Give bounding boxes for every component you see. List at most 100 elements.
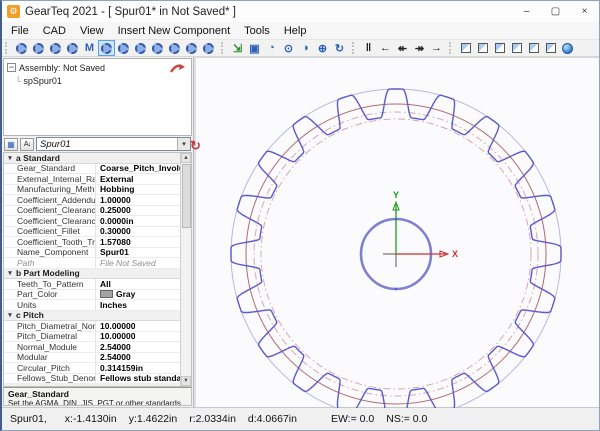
- scroll-down-icon[interactable]: [181, 376, 191, 386]
- view-cube-2-icon[interactable]: [474, 40, 491, 56]
- ring-gear-icon[interactable]: [132, 40, 149, 56]
- minimize-button[interactable]: –: [512, 1, 541, 22]
- sort-az-button[interactable]: [20, 138, 34, 151]
- grid-section-row[interactable]: b Part Modeling: [4, 269, 180, 280]
- rotate-view-icon[interactable]: ↻: [331, 40, 348, 56]
- assembly-tree[interactable]: Assembly: Not Saved spSpur01: [3, 58, 192, 136]
- rack-icon[interactable]: M: [81, 40, 98, 56]
- prop-value[interactable]: 0.0000in: [96, 216, 180, 226]
- fast-forward-icon[interactable]: ↠: [411, 40, 428, 56]
- grid-prop-row[interactable]: Coefficient_Clearanc0.0000in: [4, 216, 180, 227]
- close-button[interactable]: ×: [570, 1, 599, 22]
- grid-prop-row[interactable]: Coefficient_Tooth_Tr1.57080: [4, 237, 180, 248]
- menu-item-file[interactable]: File: [4, 24, 36, 38]
- pause-icon[interactable]: ‖: [360, 40, 377, 56]
- grid-section-row[interactable]: c Pitch: [4, 311, 180, 322]
- grid-prop-row[interactable]: Name_ComponentSpur01: [4, 248, 180, 259]
- worm-shaft-icon[interactable]: [149, 40, 166, 56]
- section-collapse-icon[interactable]: [4, 311, 16, 319]
- menu-item-cad[interactable]: CAD: [36, 24, 73, 38]
- grid-prop-row[interactable]: Teeth_To_PatternAll: [4, 279, 180, 290]
- rotate-animation-icon[interactable]: ◔: [263, 40, 280, 56]
- view-cube-6-icon[interactable]: [542, 40, 559, 56]
- shaded-view-icon[interactable]: [559, 40, 576, 56]
- prop-value[interactable]: 0.25000: [96, 206, 180, 216]
- prop-value[interactable]: 2.54000: [96, 342, 180, 352]
- tree-collapse-icon[interactable]: [7, 63, 16, 72]
- tree-item-spur01[interactable]: spSpur01: [4, 74, 191, 87]
- section-collapse-icon[interactable]: [4, 269, 16, 277]
- spur-gear-pair-icon[interactable]: [13, 40, 30, 56]
- cylinder-gear-icon[interactable]: [115, 40, 132, 56]
- gear-data-icon[interactable]: ⊙: [280, 40, 297, 56]
- maximize-button[interactable]: ▢: [541, 1, 570, 22]
- categorize-button[interactable]: [4, 138, 18, 151]
- move-view-icon[interactable]: ⊕: [314, 40, 331, 56]
- grid-prop-row[interactable]: External_Internal_RaExternal: [4, 174, 180, 185]
- chevron-down-icon[interactable]: [177, 138, 190, 150]
- component-selector[interactable]: Spur01: [36, 137, 191, 151]
- prop-value[interactable]: Coarse_Pitch_Involute_: [96, 164, 180, 174]
- scroll-up-icon[interactable]: [181, 153, 191, 163]
- prop-value[interactable]: 10.00000: [96, 332, 180, 342]
- prop-value[interactable]: 1.57080: [96, 237, 180, 247]
- grid-prop-row[interactable]: Modular2.54000: [4, 353, 180, 364]
- center-distance-icon[interactable]: ▣: [246, 40, 263, 56]
- helical-gear-icon[interactable]: [30, 40, 47, 56]
- view-cube-3-icon[interactable]: [491, 40, 508, 56]
- grid-prop-row[interactable]: Part_ColorGray: [4, 290, 180, 301]
- gear-assembly-icon[interactable]: [200, 40, 217, 56]
- prop-value[interactable]: External: [96, 174, 180, 184]
- gear-section-icon[interactable]: ◑: [297, 40, 314, 56]
- prop-value[interactable]: All: [96, 279, 180, 289]
- prop-value[interactable]: Inches: [96, 300, 180, 310]
- prop-value[interactable]: Fellows stub standard: [96, 374, 180, 384]
- bevel-gear-icon[interactable]: [166, 40, 183, 56]
- grid-prop-row[interactable]: Fellows_Stub_DenorFellows stub standard: [4, 374, 180, 385]
- drawing-canvas[interactable]: YX: [196, 57, 600, 407]
- grid-prop-row[interactable]: UnitsInches: [4, 300, 180, 311]
- title-bar[interactable]: GearTeq 2021 - [ Spur01* in Not Saved* ]…: [2, 1, 599, 22]
- grid-prop-row[interactable]: Coefficient_Fillet0.30000: [4, 227, 180, 238]
- refresh-arrow-icon[interactable]: [169, 62, 186, 75]
- menu-item-insert-new-component[interactable]: Insert New Component: [111, 24, 238, 38]
- prop-value[interactable]: Gray: [96, 290, 180, 300]
- tree-item-assembly[interactable]: Assembly: Not Saved: [4, 61, 191, 74]
- grid-prop-row[interactable]: Pitch_Diametral_Norr10.00000: [4, 321, 180, 332]
- grid-scrollbar[interactable]: [180, 153, 191, 386]
- grid-prop-row[interactable]: Coefficient_Clearanc0.25000: [4, 206, 180, 217]
- view-cube-1-icon[interactable]: [457, 40, 474, 56]
- grid-section-row[interactable]: a Standard: [4, 153, 180, 164]
- worm-gear-icon[interactable]: [98, 40, 115, 56]
- menu-item-view[interactable]: View: [73, 24, 111, 38]
- view-cube-4-icon[interactable]: [508, 40, 525, 56]
- prop-value[interactable]: 2.54000: [96, 353, 180, 363]
- menu-item-tools[interactable]: Tools: [237, 24, 277, 38]
- scroll-thumb[interactable]: [182, 164, 191, 228]
- prop-value[interactable]: 0.314159in: [96, 363, 180, 373]
- menu-item-help[interactable]: Help: [277, 24, 314, 38]
- grid-prop-row[interactable]: Pitch_Diametral10.00000: [4, 332, 180, 343]
- prop-value[interactable]: 0.30000: [96, 227, 180, 237]
- section-collapse-icon[interactable]: [4, 385, 16, 387]
- prop-value[interactable]: 10.00000: [96, 321, 180, 331]
- internal-gear-icon[interactable]: [47, 40, 64, 56]
- grid-prop-row[interactable]: Circular_Pitch0.314159in: [4, 363, 180, 374]
- grid-prop-row[interactable]: Normal_Module2.54000: [4, 342, 180, 353]
- fast-back-icon[interactable]: ↞: [394, 40, 411, 56]
- grid-prop-row[interactable]: Coefficient_Addendu1.00000: [4, 195, 180, 206]
- prop-value[interactable]: Spur01: [96, 248, 180, 258]
- grid-prop-row[interactable]: Gear_StandardCoarse_Pitch_Involute_: [4, 164, 180, 175]
- grid-prop-row[interactable]: Manufacturing_MethoHobbing: [4, 185, 180, 196]
- grid-section-row[interactable]: e Gear Geometry Data: [4, 384, 180, 387]
- view-cube-5-icon[interactable]: [525, 40, 542, 56]
- planetary-gear-icon[interactable]: [64, 40, 81, 56]
- gear-coupling-icon[interactable]: [183, 40, 200, 56]
- prop-value[interactable]: 1.00000: [96, 195, 180, 205]
- prop-value[interactable]: File Not Saved: [96, 258, 180, 268]
- step-back-icon[interactable]: ←: [377, 40, 394, 56]
- grid-prop-row[interactable]: PathFile Not Saved: [4, 258, 180, 269]
- insert-to-cad-icon[interactable]: ⇲: [229, 40, 246, 56]
- step-forward-icon[interactable]: →: [428, 40, 445, 56]
- prop-value[interactable]: Hobbing: [96, 185, 180, 195]
